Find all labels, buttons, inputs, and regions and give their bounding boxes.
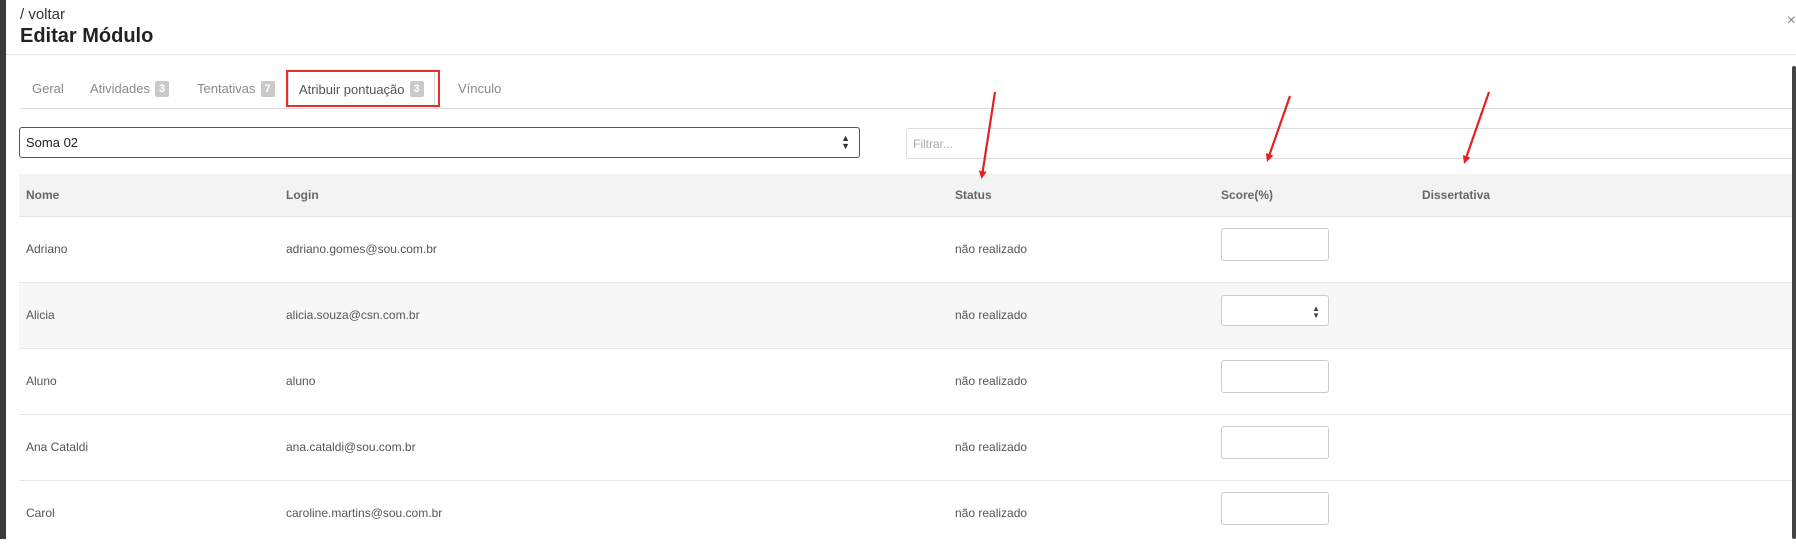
tab-geral[interactable]: Geral [32, 70, 64, 107]
cell-status: não realizado [955, 374, 1028, 388]
header-score[interactable]: Score(%) [1221, 188, 1273, 202]
tab-label: Vínculo [458, 81, 502, 96]
cell-login: ana.cataldi@sou.com.br [286, 440, 416, 454]
cell-status: não realizado [955, 308, 1028, 322]
tab-tentativas[interactable]: Tentativas 7 [197, 70, 275, 107]
activity-select[interactable]: Soma 02 ▲ ▼ [19, 127, 860, 158]
table-row: Alicia alicia.souza@csn.com.br não reali… [19, 283, 1796, 349]
cell-login: adriano.gomes@sou.com.br [286, 242, 437, 256]
scrollbar[interactable] [1792, 66, 1796, 539]
window-edge [0, 0, 6, 539]
tab-atribuir-pontuacao[interactable]: Atribuir pontuação 3 [288, 70, 435, 108]
score-input[interactable] [1221, 228, 1329, 261]
header-status[interactable]: Status [955, 188, 992, 202]
cell-nome: Ana Cataldi [26, 440, 89, 454]
cell-status: não realizado [955, 440, 1028, 454]
count-badge: 7 [260, 80, 275, 97]
score-input[interactable] [1221, 492, 1329, 525]
back-link[interactable]: / voltar [20, 6, 153, 24]
modal-header: / voltar Editar Módulo [20, 6, 153, 48]
score-table: Nome Login Status Score(%) Dissertativa … [19, 174, 1796, 546]
cell-nome: Alicia [26, 308, 55, 322]
select-arrows-icon: ▲ ▼ [841, 133, 850, 151]
count-badge: 3 [409, 81, 424, 97]
cell-status: não realizado [955, 506, 1028, 520]
cell-login: alicia.souza@csn.com.br [286, 308, 420, 322]
tab-label: Atividades [90, 81, 150, 96]
cell-nome: Carol [26, 506, 55, 520]
score-input[interactable]: ▲ ▼ [1221, 295, 1329, 326]
score-input[interactable] [1221, 426, 1329, 459]
tab-label: Tentativas [197, 81, 256, 96]
header-nome[interactable]: Nome [26, 188, 59, 202]
count-badge: 3 [154, 80, 170, 97]
tab-bar: Geral Atividades 3 Tentativas 7 Atribuir… [20, 70, 1796, 109]
tab-vinculo[interactable]: Vínculo [458, 70, 501, 107]
tab-atividades[interactable]: Atividades 3 [90, 70, 170, 107]
header-login[interactable]: Login [286, 188, 319, 202]
tab-label: Geral [32, 81, 64, 96]
spinner-icon[interactable]: ▲ ▼ [1312, 305, 1320, 320]
cell-login: caroline.martins@sou.com.br [286, 506, 443, 520]
filter-input[interactable] [906, 128, 1796, 159]
table-row: Carol caroline.martins@sou.com.br não re… [19, 481, 1796, 546]
cell-status: não realizado [955, 242, 1028, 256]
table-row: Ana Cataldi ana.cataldi@sou.com.br não r… [19, 415, 1796, 481]
header-divider [6, 54, 1796, 55]
page-title: Editar Módulo [20, 25, 154, 47]
header-dissertativa[interactable]: Dissertativa [1422, 188, 1490, 202]
table-row: Adriano adriano.gomes@sou.com.br não rea… [19, 217, 1796, 283]
score-input[interactable] [1221, 360, 1329, 393]
cell-nome: Adriano [26, 242, 68, 256]
cell-login: aluno [286, 374, 316, 388]
close-icon[interactable]: × [1787, 12, 1796, 30]
table-header: Nome Login Status Score(%) Dissertativa [19, 174, 1796, 217]
table-row: Aluno aluno não realizado [19, 349, 1796, 415]
cell-nome: Aluno [26, 374, 57, 388]
select-value: Soma 02 [26, 135, 79, 150]
tab-label: Atribuir pontuação [299, 81, 405, 97]
